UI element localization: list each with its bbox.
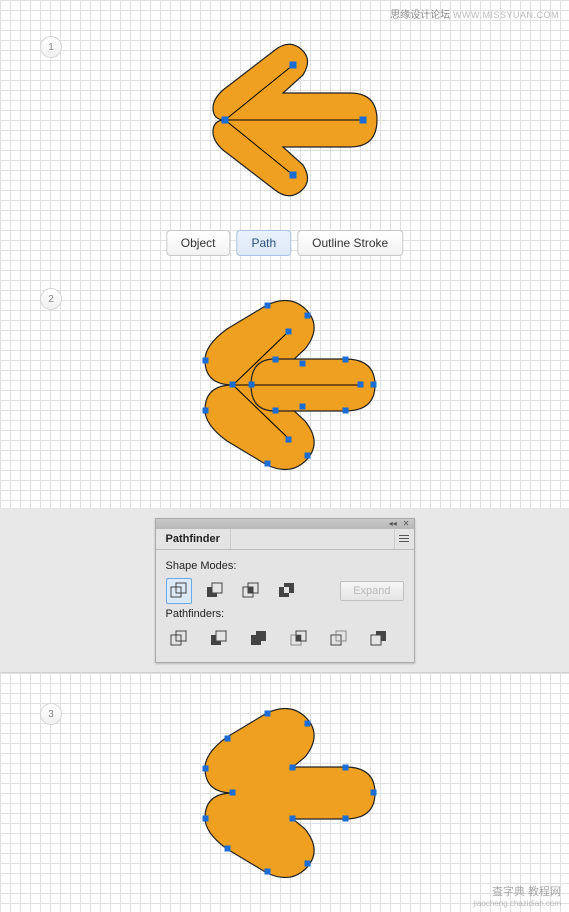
panel-menu-icon[interactable] bbox=[394, 529, 414, 549]
arrow-shape-1[interactable] bbox=[185, 35, 385, 210]
shape-mode-intersect-icon[interactable] bbox=[238, 578, 264, 604]
arrow-svg-1 bbox=[185, 35, 385, 205]
collapse-icon[interactable]: ◂◂ bbox=[389, 519, 397, 528]
pathfinders-row bbox=[166, 626, 404, 652]
step-badge-2: 2 bbox=[40, 288, 62, 310]
shape-modes-row: Expand bbox=[166, 578, 404, 604]
arrow-svg-3 bbox=[185, 703, 385, 883]
menu-outline-stroke-label: Outline Stroke bbox=[312, 236, 388, 250]
close-icon[interactable]: ✕ bbox=[403, 519, 410, 528]
menu-object[interactable]: Object bbox=[166, 230, 231, 256]
watermark-bottom: 查字典 教程网 jiaocheng.chazidian.com bbox=[473, 883, 561, 908]
shape-mode-minus-front-icon[interactable] bbox=[202, 578, 228, 604]
shape-mode-exclude-icon[interactable] bbox=[274, 578, 300, 604]
pathfinder-merge-icon[interactable] bbox=[246, 626, 272, 652]
panel-tabs: Pathfinder bbox=[156, 529, 414, 550]
step-badge-3: 3 bbox=[40, 703, 62, 725]
step-number: 2 bbox=[48, 294, 54, 305]
pathfinder-trim-icon[interactable] bbox=[206, 626, 232, 652]
shape-modes-label: Shape Modes: bbox=[166, 560, 404, 572]
shape-mode-unite-icon[interactable] bbox=[166, 578, 192, 604]
watermark-bottom-main: 查字典 教程网 bbox=[492, 886, 561, 898]
step-1-canvas: 思缘设计论坛 WWW.MISSYUAN.COM 1 Object Path Ou… bbox=[0, 0, 569, 270]
pathfinder-minus-back-icon[interactable] bbox=[366, 626, 392, 652]
pathfinder-panel: ◂◂ ✕ Pathfinder Shape Modes: bbox=[155, 518, 415, 663]
menu-path-label: Path bbox=[251, 236, 276, 250]
pathfinder-crop-icon[interactable] bbox=[286, 626, 312, 652]
menu-outline-stroke[interactable]: Outline Stroke bbox=[297, 230, 403, 256]
panel-body: Shape Modes: Expand Pathfinders: bbox=[156, 550, 414, 662]
pathfinders-label: Pathfinders: bbox=[166, 608, 404, 620]
pathfinder-section: ◂◂ ✕ Pathfinder Shape Modes: bbox=[0, 508, 569, 672]
menu-breadcrumb: Object Path Outline Stroke bbox=[166, 230, 403, 256]
pathfinder-divide-icon[interactable] bbox=[166, 626, 192, 652]
step-number: 3 bbox=[48, 709, 54, 720]
arrow-shape-2[interactable] bbox=[185, 295, 385, 480]
watermark-top: 思缘设计论坛 WWW.MISSYUAN.COM bbox=[390, 6, 559, 21]
pathfinder-outline-icon[interactable] bbox=[326, 626, 352, 652]
panel-top-strip: ◂◂ ✕ bbox=[156, 519, 414, 529]
arrow-svg-2 bbox=[185, 295, 385, 475]
tab-label: Pathfinder bbox=[166, 533, 220, 545]
watermark-top-main: 思缘设计论坛 bbox=[390, 10, 450, 21]
tab-pathfinder[interactable]: Pathfinder bbox=[156, 529, 231, 549]
expand-label: Expand bbox=[353, 585, 390, 597]
step-badge-1: 1 bbox=[40, 36, 62, 58]
expand-button[interactable]: Expand bbox=[340, 581, 403, 601]
menu-path[interactable]: Path bbox=[236, 230, 291, 256]
menu-object-label: Object bbox=[181, 236, 216, 250]
step-2-canvas: 2 bbox=[0, 270, 569, 508]
step-number: 1 bbox=[48, 42, 54, 53]
watermark-top-sub: WWW.MISSYUAN.COM bbox=[453, 10, 559, 20]
arrow-shape-3[interactable] bbox=[185, 703, 385, 888]
step-3-canvas: 3 bbox=[0, 672, 569, 912]
watermark-bottom-sub: jiaocheng.chazidian.com bbox=[473, 899, 561, 908]
